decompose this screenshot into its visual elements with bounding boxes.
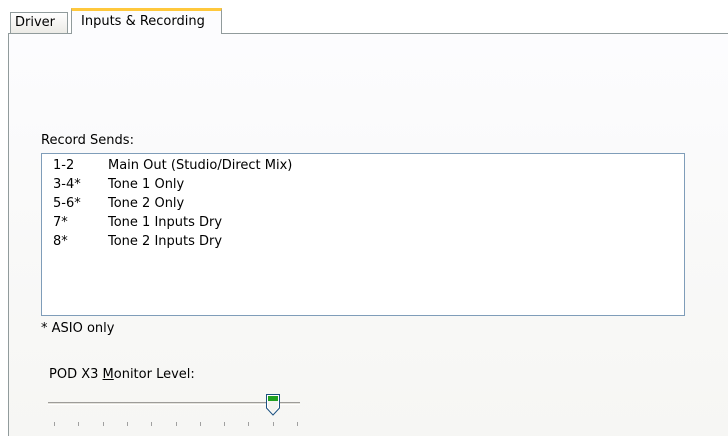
slider-tick — [272, 422, 274, 426]
list-item-channel: 1-2 — [53, 158, 75, 173]
slider-tick — [248, 422, 250, 426]
monitor-level-label-suffix: onitor Level: — [113, 367, 195, 382]
list-item-description: Tone 1 Only — [108, 177, 185, 192]
monitor-level-slider[interactable] — [46, 388, 308, 428]
slider-thumb[interactable] — [265, 393, 281, 417]
slider-tick — [224, 422, 226, 426]
tab-inputs-recording-label: Inputs & Recording — [81, 14, 205, 29]
list-item-channel: 8* — [53, 234, 68, 249]
tab-driver-label: Driver — [15, 15, 56, 30]
list-item-channel: 5-6* — [53, 196, 81, 211]
list-item-description: Tone 1 Inputs Dry — [108, 215, 223, 230]
slider-tick — [199, 422, 201, 426]
slider-tick — [102, 422, 104, 426]
slider-tick — [297, 422, 298, 426]
record-sends-label: Record Sends: — [41, 133, 134, 148]
slider-tick — [175, 422, 177, 426]
slider-tick — [54, 422, 55, 426]
monitor-level-label-mnemonic: M — [102, 367, 114, 382]
list-item-description: Main Out (Studio/Direct Mix) — [108, 158, 293, 173]
asio-only-note: * ASIO only — [41, 321, 115, 336]
slider-tick — [126, 422, 128, 426]
slider-track — [48, 402, 300, 405]
list-item-channel: 3-4* — [53, 177, 81, 192]
slider-tick — [151, 422, 153, 426]
dialog-root: Driver Inputs & Recording Record Sends: … — [0, 0, 728, 436]
monitor-level-label-prefix: POD X3 — [49, 367, 103, 382]
record-sends-listbox[interactable]: 1-2 Main Out (Studio/Direct Mix) 3-4* To… — [41, 153, 685, 316]
list-item-description: Tone 2 Only — [108, 196, 185, 211]
tab-driver[interactable]: Driver — [10, 12, 68, 33]
monitor-level-label: POD X3 Monitor Level: — [49, 367, 195, 382]
slider-tick — [78, 422, 80, 426]
tab-inputs-recording[interactable]: Inputs & Recording — [71, 8, 222, 34]
list-item-channel: 7* — [53, 215, 68, 230]
list-item-description: Tone 2 Inputs Dry — [108, 234, 223, 249]
